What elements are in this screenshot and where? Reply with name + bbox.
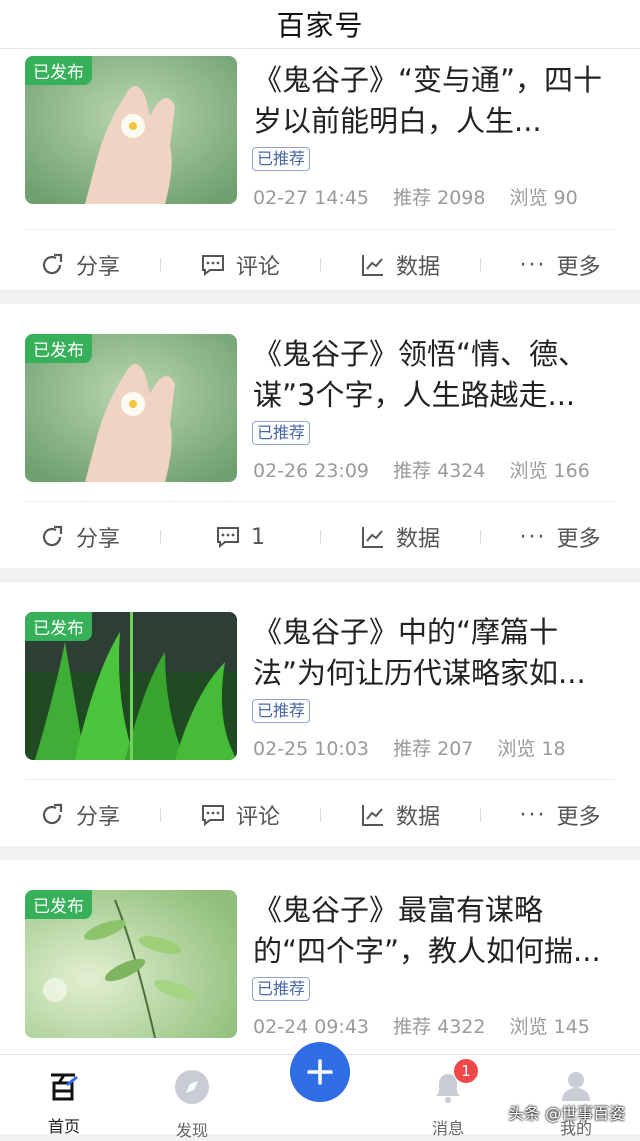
baijiahao-logo-icon bbox=[51, 1073, 78, 1101]
comment-button[interactable]: 评论 bbox=[160, 249, 320, 281]
nav-discover-label: 发现 bbox=[175, 1121, 208, 1140]
article-meta: 02-25 10:03 推荐 207 浏览 18 bbox=[253, 734, 584, 761]
publish-date: 02-25 10:03 bbox=[253, 738, 370, 760]
comment-icon bbox=[201, 255, 224, 277]
data-button[interactable]: 数据 bbox=[320, 521, 480, 553]
page-title: 百家号 bbox=[276, 9, 364, 42]
action-bar: 分享 评论 数据 ··· 更多 bbox=[0, 780, 640, 850]
action-bar: 分享 评论 数据 ··· 更多 bbox=[0, 230, 640, 300]
nav-home-label: 首页 bbox=[47, 1117, 80, 1136]
chart-icon bbox=[361, 255, 383, 276]
article-meta: 02-27 14:45 推荐 2098 浏览 90 bbox=[253, 183, 596, 210]
more-button[interactable]: ··· 更多 bbox=[480, 521, 640, 553]
compass-icon bbox=[175, 1070, 209, 1104]
recommend-count: 推荐 207 bbox=[393, 738, 474, 760]
view-count: 浏览 90 bbox=[509, 187, 578, 209]
view-count: 浏览 145 bbox=[509, 1016, 590, 1038]
recommended-tag: 已推荐 bbox=[252, 699, 311, 723]
article-thumbnail[interactable]: 已发布 bbox=[25, 612, 237, 760]
nav-messages[interactable]: 消息 bbox=[384, 1055, 512, 1138]
share-icon bbox=[42, 803, 63, 825]
more-dots-icon: ··· bbox=[519, 802, 547, 828]
watermark: 头条 @世事百姿 bbox=[508, 1104, 626, 1123]
share-icon bbox=[42, 253, 63, 275]
article-title[interactable]: 《鬼谷子》最富有谋略的“四个字”，教人如何揣... bbox=[253, 890, 613, 972]
share-icon bbox=[42, 525, 63, 547]
article-meta: 02-26 23:09 推荐 4324 浏览 166 bbox=[253, 456, 608, 483]
share-button[interactable]: 分享 bbox=[0, 799, 160, 831]
recommend-count: 推荐 4322 bbox=[393, 1016, 486, 1038]
article-card[interactable]: 已发布 《鬼谷子》“变与通”，四十岁以前能明白，人生... 已推荐 02-27 … bbox=[0, 48, 640, 290]
share-button[interactable]: 分享 bbox=[0, 249, 160, 281]
publish-date: 02-26 23:09 bbox=[253, 460, 370, 482]
article-title[interactable]: 《鬼谷子》“变与通”，四十岁以前能明白，人生... bbox=[253, 60, 613, 142]
chart-icon bbox=[361, 527, 383, 548]
recommend-count: 推荐 2098 bbox=[393, 187, 486, 209]
plus-icon bbox=[307, 1059, 333, 1085]
article-card[interactable]: 已发布 《鬼谷子》领悟“情、德、谋”3个字，人生路越走... 已推荐 02-26… bbox=[0, 304, 640, 568]
published-badge: 已发布 bbox=[25, 334, 92, 363]
user-icon bbox=[562, 1072, 590, 1101]
article-thumbnail[interactable]: 已发布 bbox=[25, 334, 237, 482]
more-dots-icon: ··· bbox=[519, 524, 547, 550]
more-dots-icon: ··· bbox=[519, 252, 547, 278]
recommended-tag: 已推荐 bbox=[252, 421, 311, 445]
published-badge: 已发布 bbox=[25, 612, 92, 641]
data-button[interactable]: 数据 bbox=[320, 249, 480, 281]
comment-button[interactable]: 1 bbox=[160, 524, 320, 550]
article-thumbnail[interactable]: 已发布 bbox=[25, 56, 237, 204]
recommended-tag: 已推荐 bbox=[252, 147, 311, 171]
comment-button[interactable]: 评论 bbox=[160, 799, 320, 831]
publish-date: 02-27 14:45 bbox=[253, 187, 370, 209]
article-card[interactable]: 已发布 《鬼谷子》最富有谋略的“四个字”，教人如何揣... 已推荐 02-24 … bbox=[0, 860, 640, 1054]
share-button[interactable]: 分享 bbox=[0, 521, 160, 553]
nav-messages-label: 消息 bbox=[431, 1119, 464, 1138]
action-bar: 分享 1 数据 ··· 更多 bbox=[0, 502, 640, 572]
more-button[interactable]: ··· 更多 bbox=[480, 249, 640, 281]
nav-home[interactable]: 首页 bbox=[0, 1055, 128, 1136]
published-badge: 已发布 bbox=[25, 56, 92, 85]
comment-icon bbox=[217, 527, 239, 549]
published-badge: 已发布 bbox=[25, 890, 92, 919]
article-title[interactable]: 《鬼谷子》领悟“情、德、谋”3个字，人生路越走... bbox=[253, 334, 613, 416]
recommended-tag: 已推荐 bbox=[252, 977, 311, 1001]
view-count: 浏览 18 bbox=[497, 738, 566, 760]
publish-date: 02-24 09:43 bbox=[253, 1016, 370, 1038]
view-count: 浏览 166 bbox=[509, 460, 590, 482]
recommend-count: 推荐 4324 bbox=[393, 460, 486, 482]
nav-discover[interactable]: 发现 bbox=[128, 1055, 256, 1140]
article-title[interactable]: 《鬼谷子》中的“摩篇十法”为何让历代谋略家如... bbox=[253, 612, 613, 694]
article-feed[interactable]: 已发布 《鬼谷子》“变与通”，四十岁以前能明白，人生... 已推荐 02-27 … bbox=[0, 48, 640, 1054]
comment-icon bbox=[201, 805, 224, 827]
chart-icon bbox=[361, 805, 383, 826]
data-button[interactable]: 数据 bbox=[320, 799, 480, 831]
publish-button[interactable] bbox=[290, 1042, 350, 1102]
article-card[interactable]: 已发布 《鬼谷子》中的“摩篇十法”为何让历代谋略家如... 已推荐 02-25 … bbox=[0, 582, 640, 846]
article-meta: 02-24 09:43 推荐 4322 浏览 145 bbox=[253, 1012, 608, 1039]
top-bar: 百家号 bbox=[0, 0, 640, 49]
message-count-badge: 1 bbox=[454, 1059, 478, 1083]
article-thumbnail[interactable]: 已发布 bbox=[25, 890, 237, 1038]
more-button[interactable]: ··· 更多 bbox=[480, 799, 640, 831]
